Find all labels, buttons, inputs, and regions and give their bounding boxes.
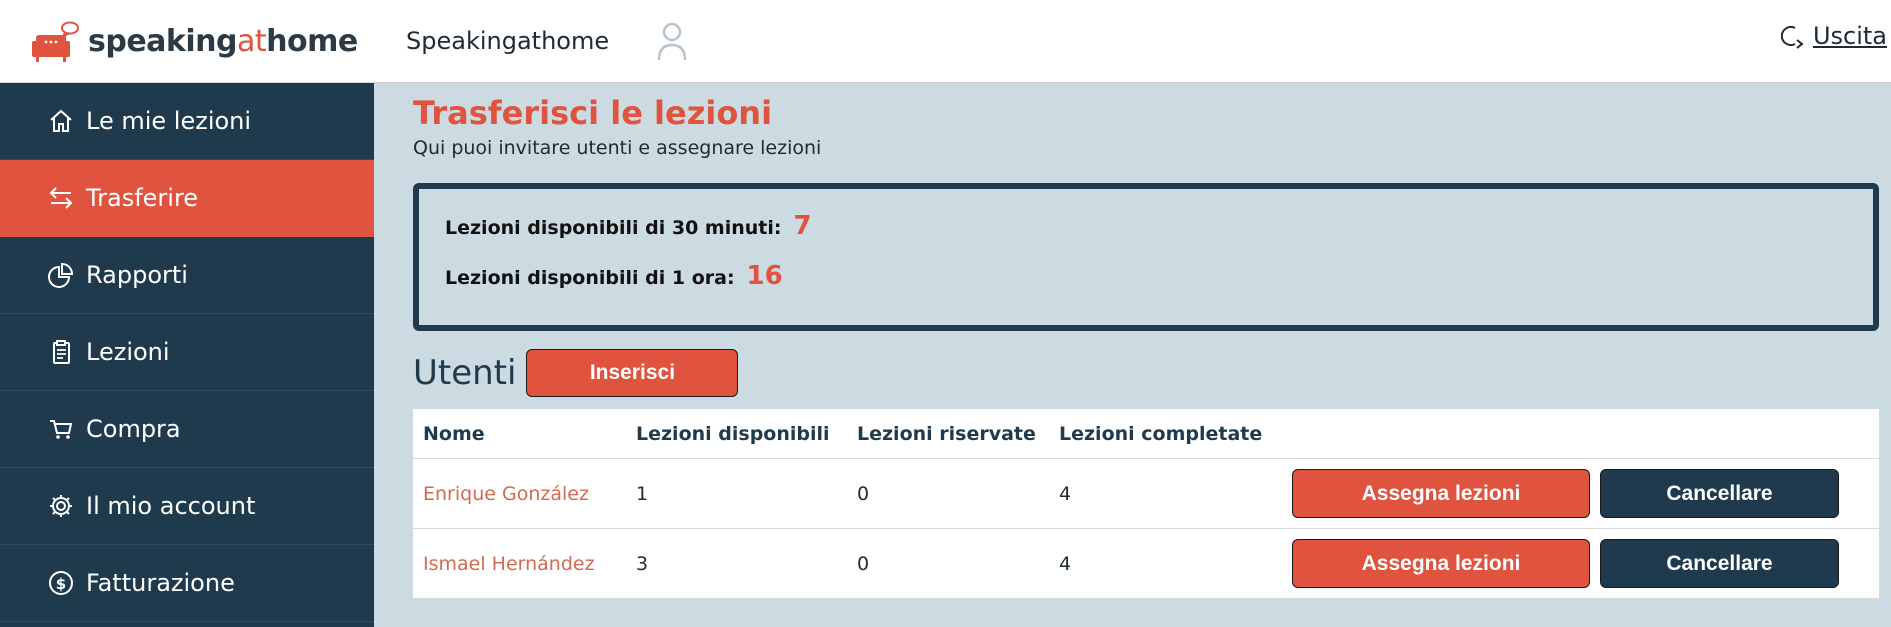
sidebar-item-il-mio-account[interactable]: Il mio account — [0, 468, 374, 545]
page-subtitle: Qui puoi invitare utenti e assegnare lez… — [413, 137, 822, 159]
header-title: Speakingathome — [406, 27, 610, 55]
cell-available: 1 — [636, 482, 649, 505]
logo-text: speakingathome — [88, 23, 358, 59]
sidebar-item-le-mie-lezioni[interactable]: Le mie lezioni — [0, 83, 374, 160]
sidebar-item-label: Rapporti — [86, 261, 188, 289]
row-actions: Assegna lezioni Cancellare — [1292, 539, 1879, 588]
cancel-button[interactable]: Cancellare — [1600, 539, 1839, 588]
page-title: Trasferisci le lezioni — [413, 94, 773, 132]
transfer-icon — [46, 183, 76, 213]
table-header-row: Nome Lezioni disponibili Lezioni riserva… — [413, 409, 1879, 459]
logo[interactable]: speakingathome — [0, 0, 374, 83]
user-avatar-icon[interactable] — [657, 21, 687, 61]
dollar-icon: $ — [46, 568, 76, 598]
cell-available: 3 — [636, 552, 649, 575]
table-row: Enrique González 1 0 4 Assegna lezioni C… — [413, 459, 1879, 529]
sidebar-item-trasferire[interactable]: Trasferire — [0, 160, 374, 237]
column-header-lezioni-riservate: Lezioni riservate — [857, 422, 1036, 445]
users-header: Utenti Inserisci — [413, 347, 1879, 399]
cell-completed: 4 — [1059, 552, 1072, 575]
cell-reserved: 0 — [857, 552, 870, 575]
sidebar-item-label: Trasferire — [86, 184, 199, 212]
stat-label: Lezioni disponibili di 30 minuti: — [445, 217, 782, 239]
column-header-lezioni-disponibili: Lezioni disponibili — [636, 422, 830, 445]
main-content: Trasferisci le lezioni Qui puoi invitare… — [413, 83, 1879, 599]
assign-lessons-button[interactable]: Assegna lezioni — [1292, 469, 1590, 518]
stat-row-30-min: Lezioni disponibili di 30 minuti: 7 — [445, 211, 1873, 261]
logout-link[interactable]: Uscita — [1777, 22, 1887, 50]
stat-value: 7 — [793, 211, 812, 241]
logo-armchair-icon — [30, 19, 80, 63]
user-name-link[interactable]: Ismael Hernández — [413, 553, 636, 575]
sidebar-item-fatturazione[interactable]: $ Fatturazione — [0, 545, 374, 622]
column-header-lezioni-completate: Lezioni completate — [1059, 422, 1263, 445]
sidebar-item-compra[interactable]: Compra — [0, 391, 374, 468]
pie-chart-icon — [46, 260, 76, 290]
sidebar: Le mie lezioni Trasferire Rapporti Lezio… — [0, 83, 374, 627]
gear-icon — [46, 491, 76, 521]
cancel-button[interactable]: Cancellare — [1600, 469, 1839, 518]
svg-text:$: $ — [56, 575, 66, 593]
table-row: Ismael Hernández 3 0 4 Assegna lezioni C… — [413, 529, 1879, 599]
user-name-link[interactable]: Enrique González — [413, 483, 636, 505]
sidebar-item-label: Fatturazione — [86, 569, 235, 597]
row-actions: Assegna lezioni Cancellare — [1292, 469, 1879, 518]
top-header: Speakingathome Uscita — [374, 0, 1891, 83]
stat-value: 16 — [746, 261, 783, 291]
sidebar-item-rapporti[interactable]: Rapporti — [0, 237, 374, 314]
logout-label: Uscita — [1812, 22, 1887, 50]
stat-row-1-hour: Lezioni disponibili di 1 ora: 16 — [445, 261, 1873, 311]
stat-label: Lezioni disponibili di 1 ora: — [445, 267, 735, 289]
logout-icon — [1780, 26, 1804, 49]
home-icon — [46, 106, 76, 136]
column-header-nome: Nome — [423, 422, 485, 445]
insert-user-button[interactable]: Inserisci — [526, 349, 739, 397]
sidebar-item-label: Il mio account — [86, 492, 256, 520]
cart-icon — [46, 414, 76, 444]
assign-lessons-button[interactable]: Assegna lezioni — [1292, 539, 1590, 588]
cell-completed: 4 — [1059, 482, 1072, 505]
sidebar-item-lezioni[interactable]: Lezioni — [0, 314, 374, 391]
document-icon — [46, 337, 76, 367]
sidebar-item-label: Compra — [86, 415, 181, 443]
users-table: Nome Lezioni disponibili Lezioni riserva… — [413, 409, 1879, 599]
cell-reserved: 0 — [857, 482, 870, 505]
sidebar-item-label: Le mie lezioni — [86, 107, 252, 135]
available-lessons-box: Lezioni disponibili di 30 minuti: 7 Lezi… — [413, 183, 1879, 331]
sidebar-item-label: Lezioni — [86, 338, 170, 366]
users-title: Utenti — [413, 353, 517, 393]
